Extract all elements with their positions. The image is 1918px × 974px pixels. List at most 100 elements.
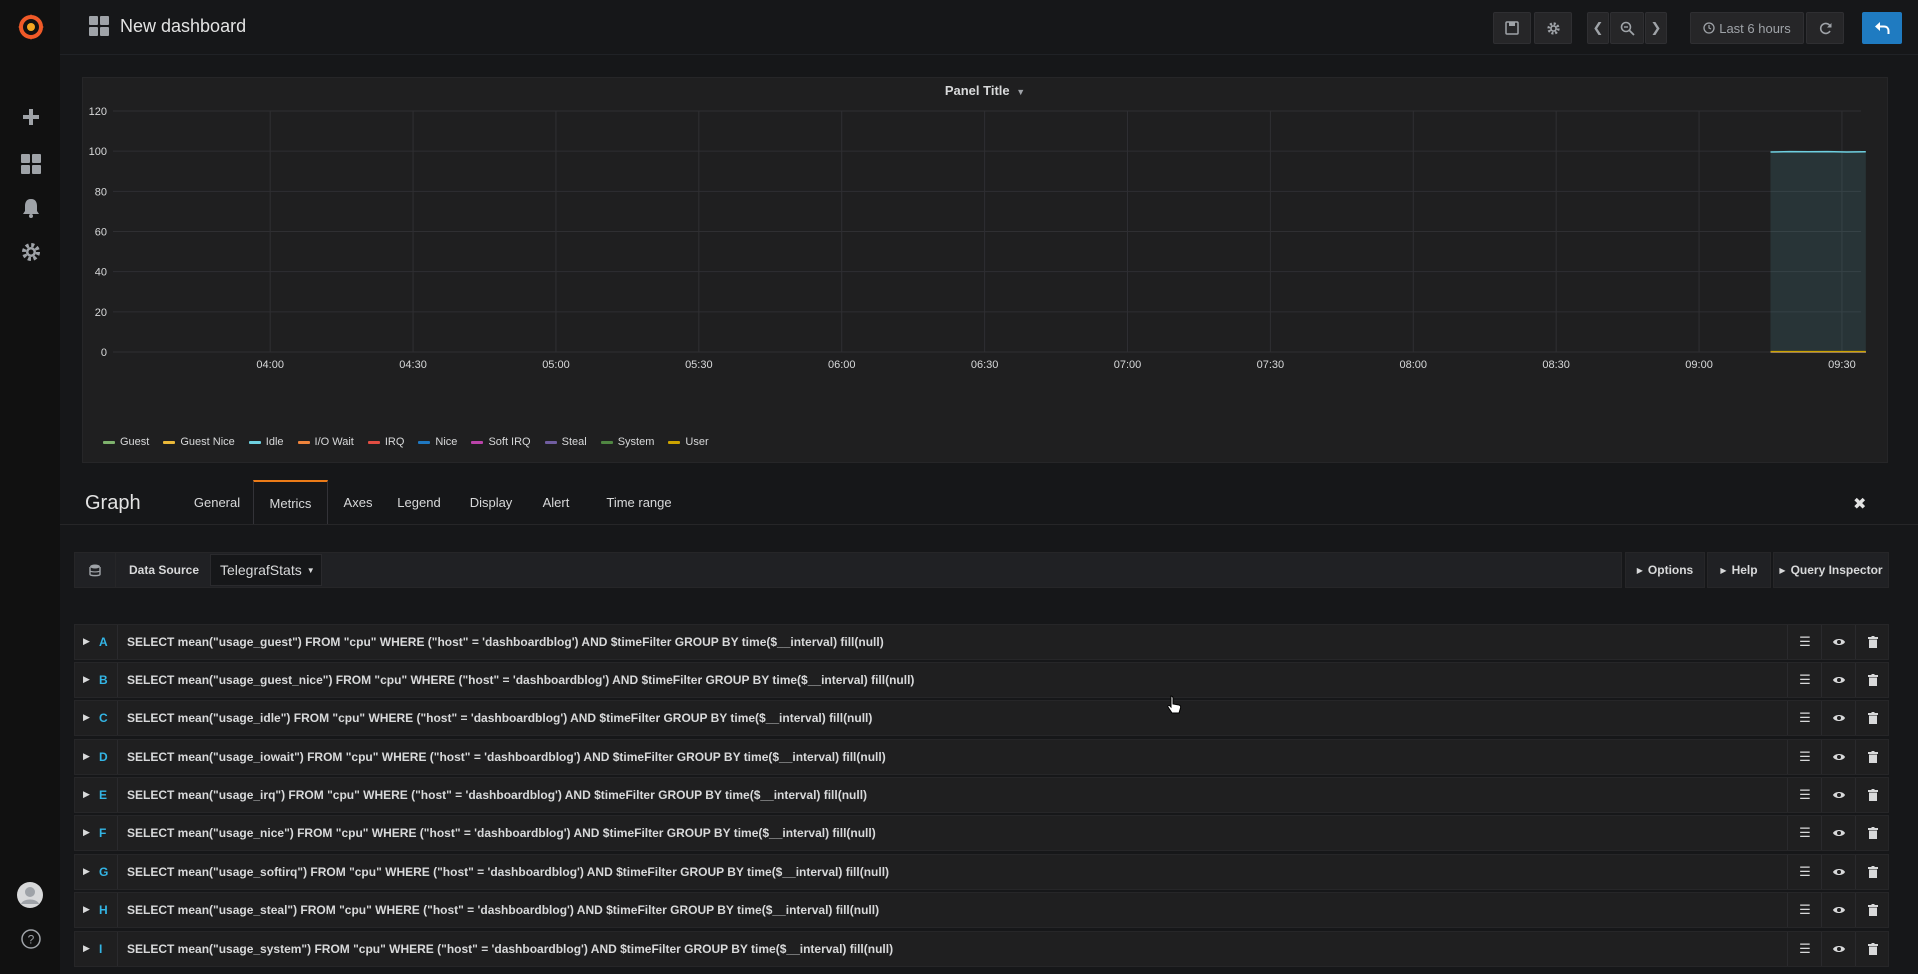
caret-right-icon[interactable]: ▶: [83, 636, 90, 647]
hamburger-icon[interactable]: ☰: [1787, 663, 1822, 697]
series-area-idle: [1770, 151, 1866, 352]
options-button[interactable]: ▶ Options: [1625, 552, 1705, 588]
caret-right-icon[interactable]: ▶: [83, 712, 90, 723]
hamburger-icon[interactable]: ☰: [1787, 778, 1822, 812]
close-editor-icon[interactable]: ✖: [1853, 494, 1866, 514]
legend-swatch: [544, 440, 557, 444]
eye-icon[interactable]: [1821, 701, 1856, 735]
caret-right-icon[interactable]: ▶: [83, 866, 90, 877]
caret-right-icon[interactable]: ▶: [83, 751, 90, 762]
hamburger-icon[interactable]: ☰: [1787, 932, 1822, 966]
hamburger-icon[interactable]: ☰: [1787, 740, 1822, 774]
caret-right-icon[interactable]: ▶: [83, 789, 90, 800]
tab-display[interactable]: Display: [455, 480, 527, 524]
eye-icon[interactable]: [1821, 663, 1856, 697]
help-icon[interactable]: ?: [18, 926, 44, 952]
trash-icon[interactable]: [1855, 625, 1890, 659]
legend-item[interactable]: User: [668, 436, 709, 448]
help-button[interactable]: ▶ Help: [1707, 552, 1771, 588]
time-forward-button[interactable]: ❯: [1645, 12, 1667, 44]
legend-item[interactable]: IRQ: [367, 436, 404, 448]
hamburger-icon[interactable]: ☰: [1787, 625, 1822, 659]
hamburger-icon[interactable]: ☰: [1787, 701, 1822, 735]
grafana-logo-icon[interactable]: [16, 12, 46, 42]
trash-icon[interactable]: [1855, 855, 1890, 889]
data-source-select[interactable]: TelegrafStats ▼: [210, 554, 322, 586]
query-letter[interactable]: I: [99, 942, 102, 956]
save-dashboard-button[interactable]: [1493, 12, 1531, 44]
y-tick-label: 80: [95, 186, 107, 198]
eye-icon[interactable]: [1821, 778, 1856, 812]
query-text[interactable]: SELECT mean("usage_system") FROM "cpu" W…: [127, 942, 893, 956]
legend-label: System: [617, 436, 655, 448]
caret-right-icon[interactable]: ▶: [83, 827, 90, 838]
dashboards-icon[interactable]: [18, 151, 44, 177]
query-text[interactable]: SELECT mean("usage_softirq") FROM "cpu" …: [127, 865, 889, 879]
query-inspector-button[interactable]: ▶ Query Inspector: [1773, 552, 1889, 588]
trash-icon[interactable]: [1855, 740, 1890, 774]
time-back-button[interactable]: ❮: [1587, 12, 1609, 44]
dashboard-title[interactable]: New dashboard: [88, 15, 246, 37]
tab-time-range[interactable]: Time range: [585, 480, 693, 524]
query-letter[interactable]: B: [99, 673, 108, 687]
legend-item[interactable]: System: [600, 436, 655, 448]
query-letter[interactable]: H: [99, 903, 108, 917]
legend-item[interactable]: Guest: [103, 436, 149, 448]
caret-right-icon[interactable]: ▶: [83, 943, 90, 954]
caret-right-icon[interactable]: ▶: [83, 904, 90, 915]
eye-icon[interactable]: [1821, 740, 1856, 774]
query-letter[interactable]: F: [99, 826, 106, 840]
trash-icon[interactable]: [1855, 663, 1890, 697]
query-text[interactable]: SELECT mean("usage_guest") FROM "cpu" WH…: [127, 635, 884, 649]
legend-item[interactable]: Guest Nice: [163, 436, 235, 448]
x-tick-label: 04:30: [399, 359, 427, 371]
query-text[interactable]: SELECT mean("usage_nice") FROM "cpu" WHE…: [127, 826, 876, 840]
eye-icon[interactable]: [1821, 932, 1856, 966]
query-text[interactable]: SELECT mean("usage_guest_nice") FROM "cp…: [127, 673, 914, 687]
hamburger-icon[interactable]: ☰: [1787, 855, 1822, 889]
query-letter[interactable]: A: [99, 635, 108, 649]
query-letter[interactable]: G: [99, 865, 108, 879]
trash-icon[interactable]: [1855, 932, 1890, 966]
tab-legend[interactable]: Legend: [384, 480, 454, 524]
divider: [117, 932, 118, 966]
eye-icon[interactable]: [1821, 625, 1856, 659]
refresh-button[interactable]: [1806, 12, 1844, 44]
eye-icon[interactable]: [1821, 893, 1856, 927]
query-letter[interactable]: D: [99, 750, 108, 764]
trash-icon[interactable]: [1855, 816, 1890, 850]
legend-item[interactable]: Idle: [248, 436, 284, 448]
panel-title[interactable]: Panel Title ▼: [83, 83, 1887, 98]
query-text[interactable]: SELECT mean("usage_steal") FROM "cpu" WH…: [127, 903, 879, 917]
tab-metrics[interactable]: Metrics: [253, 480, 328, 524]
tab-alert[interactable]: Alert: [527, 480, 585, 524]
plus-icon[interactable]: [18, 104, 44, 130]
eye-icon[interactable]: [1821, 855, 1856, 889]
trash-icon[interactable]: [1855, 701, 1890, 735]
hamburger-icon[interactable]: ☰: [1787, 816, 1822, 850]
legend-item[interactable]: Soft IRQ: [471, 436, 531, 448]
legend-item[interactable]: Steal: [544, 436, 587, 448]
legend-item[interactable]: I/O Wait: [297, 436, 354, 448]
query-text[interactable]: SELECT mean("usage_idle") FROM "cpu" WHE…: [127, 711, 872, 725]
trash-icon[interactable]: [1855, 893, 1890, 927]
tab-axes[interactable]: Axes: [331, 480, 385, 524]
caret-right-icon[interactable]: ▶: [83, 674, 90, 685]
legend-item[interactable]: Nice: [418, 436, 457, 448]
panel-editor-header: Graph General Metrics Axes Legend Displa…: [60, 480, 1918, 525]
query-text[interactable]: SELECT mean("usage_iowait") FROM "cpu" W…: [127, 750, 886, 764]
eye-icon[interactable]: [1821, 816, 1856, 850]
query-letter[interactable]: C: [99, 711, 108, 725]
tab-general[interactable]: General: [180, 480, 254, 524]
trash-icon[interactable]: [1855, 778, 1890, 812]
time-picker-button[interactable]: Last 6 hours: [1690, 12, 1804, 44]
query-letter[interactable]: E: [99, 788, 107, 802]
dashboard-settings-button[interactable]: [1534, 12, 1572, 44]
gear-icon[interactable]: [18, 239, 44, 265]
zoom-out-button[interactable]: [1610, 12, 1644, 44]
avatar[interactable]: [15, 880, 45, 910]
bell-icon[interactable]: [18, 195, 44, 221]
hamburger-icon[interactable]: ☰: [1787, 893, 1822, 927]
query-text[interactable]: SELECT mean("usage_irq") FROM "cpu" WHER…: [127, 788, 867, 802]
back-to-dashboard-button[interactable]: [1862, 12, 1902, 44]
